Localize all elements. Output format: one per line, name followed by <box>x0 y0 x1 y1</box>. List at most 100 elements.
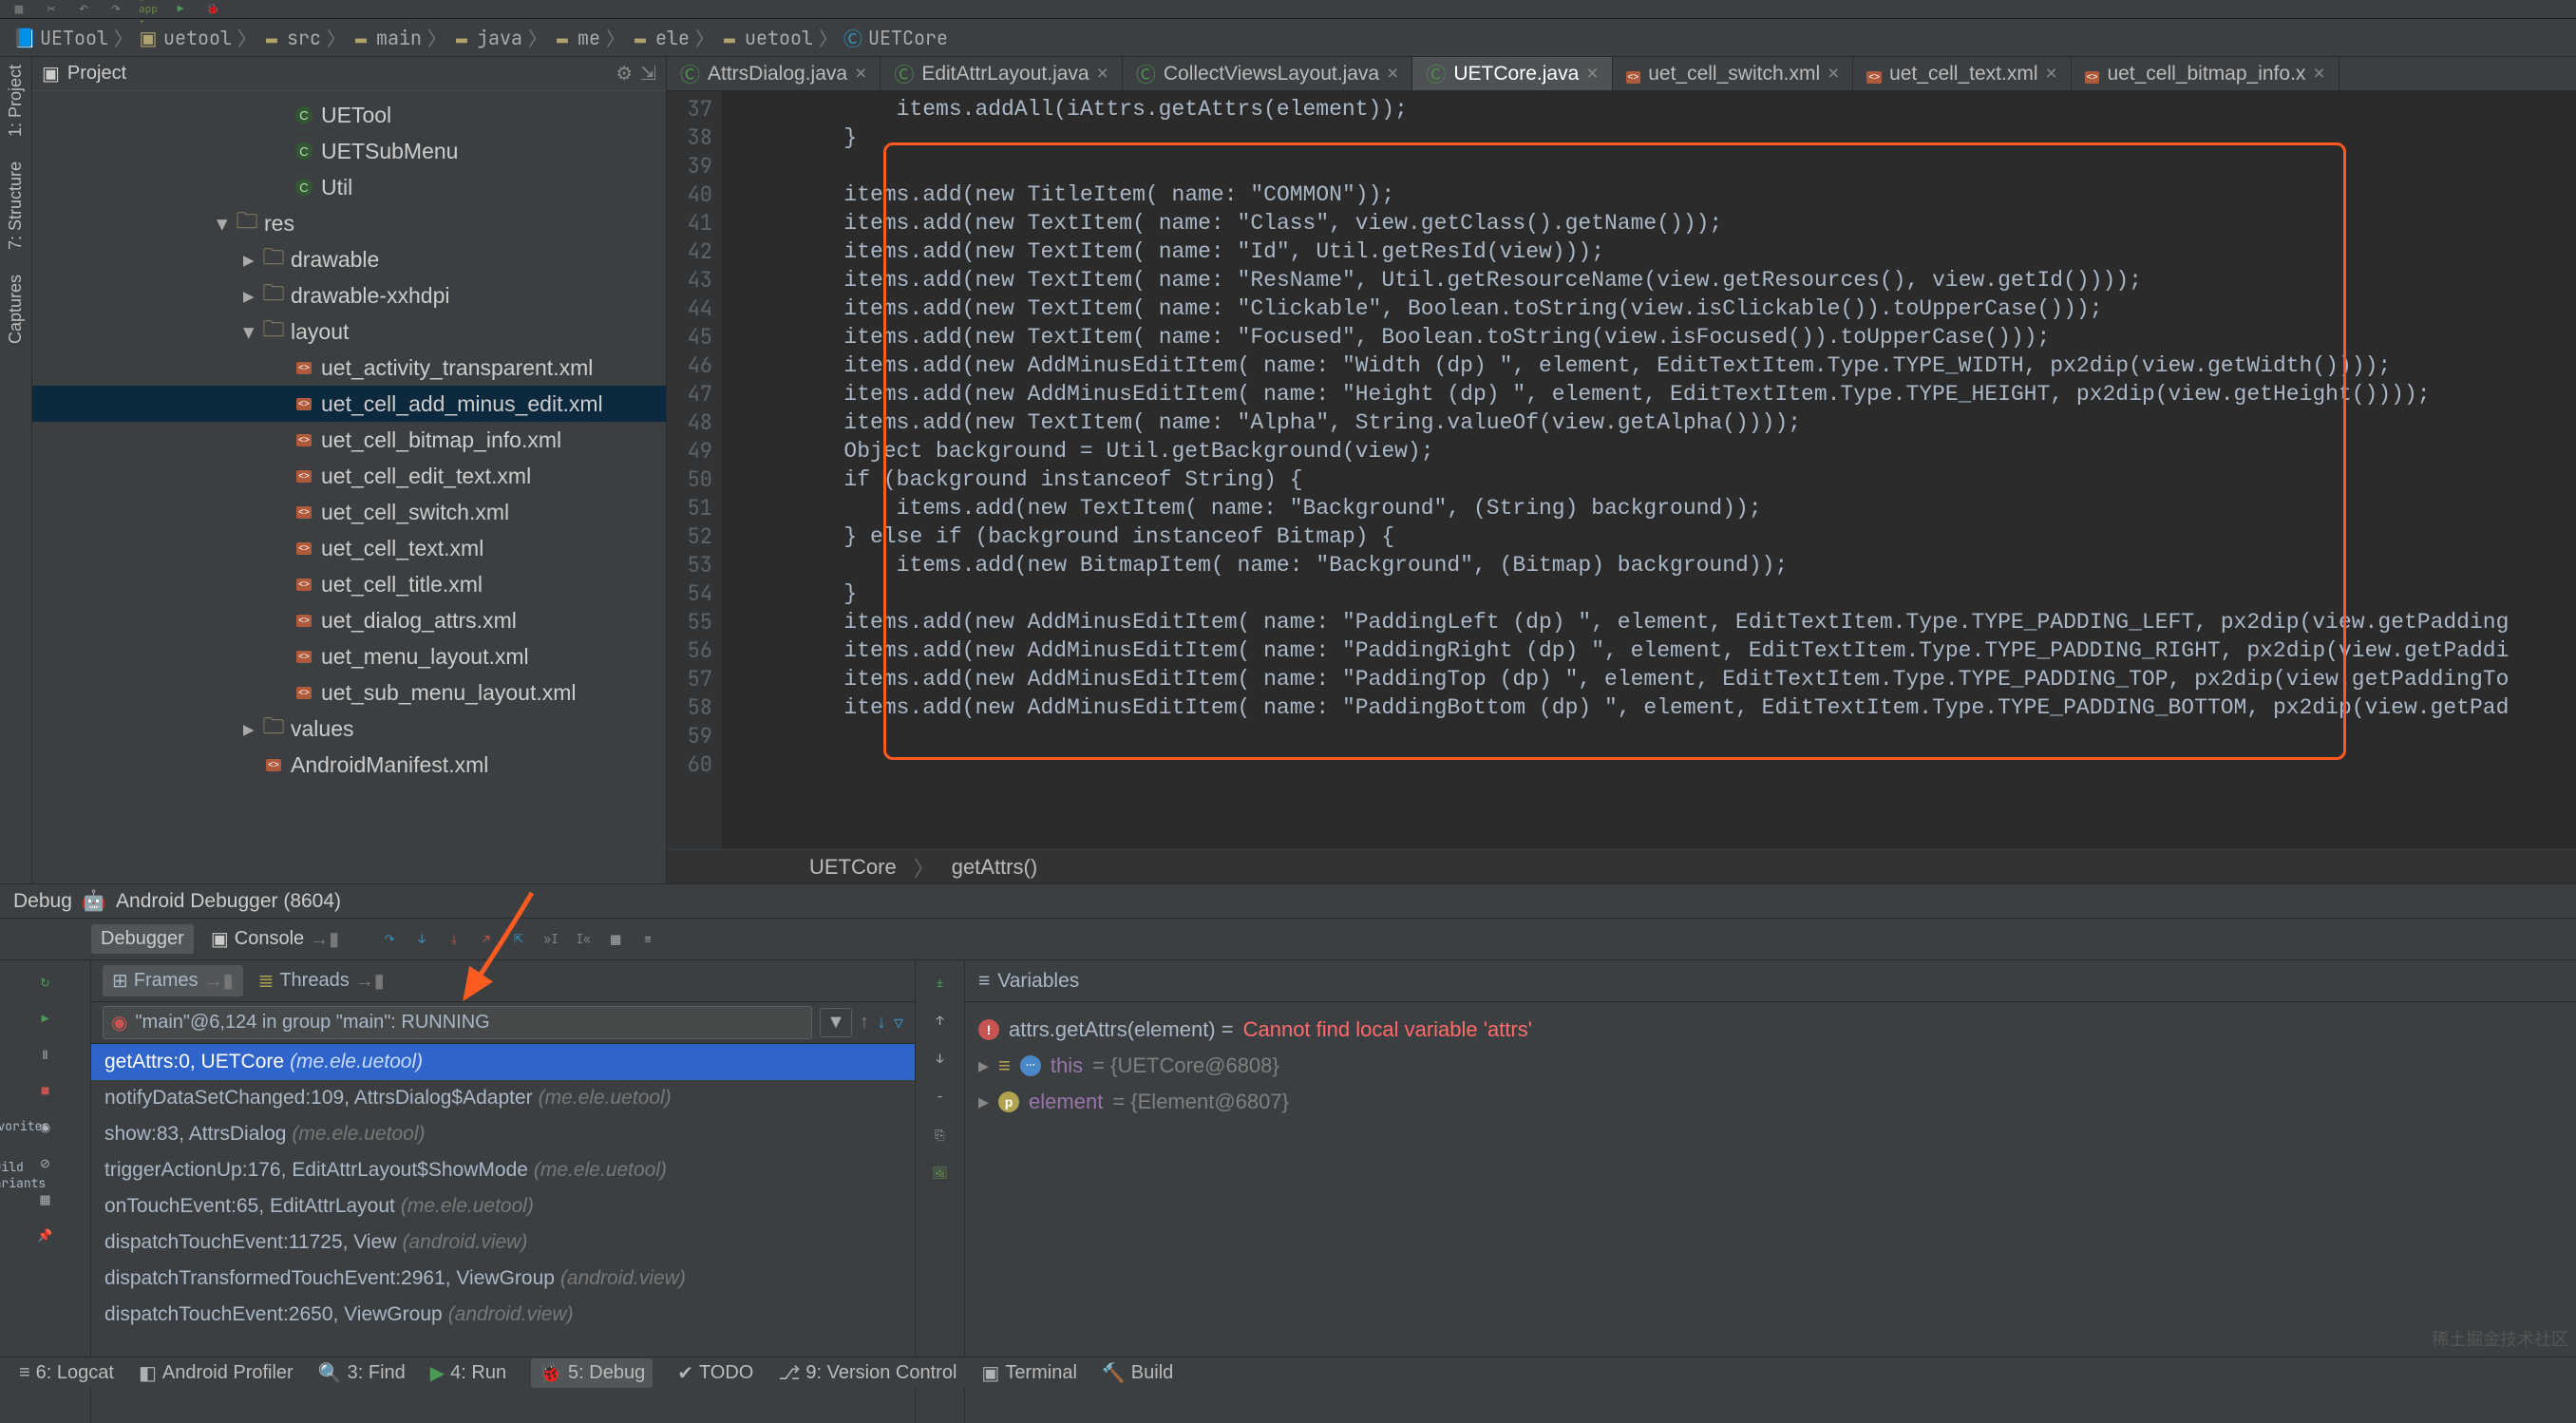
close-icon[interactable]: × <box>2313 63 2324 85</box>
tool-window-button[interactable]: Build Variants <box>0 1159 46 1191</box>
variable-row[interactable]: ▸≡⋯this = {UETCore@6808} <box>978 1048 2563 1084</box>
code-area[interactable]: items.addAll(iAttrs.getAttrs(element)); … <box>722 91 2576 849</box>
tree-row[interactable]: CUETool <box>32 97 666 133</box>
tree-row[interactable]: <>uet_cell_text.xml <box>32 530 666 566</box>
gear-icon[interactable]: ⚙ <box>616 62 633 85</box>
project-tree[interactable]: CUEToolCUETSubMenuCUtil▾🗀res▸🗀drawable▸🗀… <box>32 91 666 883</box>
pause-icon[interactable]: ∥ <box>33 1042 58 1067</box>
bottom-bar-item[interactable]: ⎇9: Version Control <box>778 1361 957 1385</box>
tree-row[interactable]: CUETSubMenu <box>32 133 666 169</box>
down-icon[interactable]: ↓ <box>928 1046 953 1071</box>
tool-window-button[interactable]: 2: Favorites <box>0 1102 49 1134</box>
stack-frame-row[interactable]: dispatchTouchEvent:11725, View (android.… <box>91 1224 915 1261</box>
close-icon[interactable]: × <box>1097 63 1108 85</box>
editor-tab[interactable]: <>uet_cell_text.xml× <box>1853 57 2071 90</box>
breadcrumb-item[interactable]: 📘UETool <box>15 26 108 50</box>
expand-icon[interactable]: ▸ <box>978 1084 989 1120</box>
breadcrumb-item[interactable]: ▬uetool <box>720 26 813 50</box>
breadcrumb-item[interactable]: ▬me <box>553 26 600 50</box>
tool-window-button[interactable]: 7: Structure <box>6 161 26 250</box>
bottom-bar-item[interactable]: ▣Terminal <box>981 1361 1076 1385</box>
bottom-bar-item[interactable]: 🔍3: Find <box>318 1361 406 1385</box>
stack-frame-row[interactable]: dispatchTransformedTouchEvent:2961, View… <box>91 1261 915 1297</box>
bottom-bar-item[interactable]: 🔨Build <box>1102 1361 1173 1385</box>
variables-header[interactable]: ≡Variables <box>965 960 2576 1002</box>
close-icon[interactable]: × <box>1828 63 1839 85</box>
frames-tab[interactable]: ⊞Frames→▮ <box>103 965 243 996</box>
tree-row[interactable]: <>AndroidManifest.xml <box>32 747 666 783</box>
filter-icon[interactable]: ▿ <box>894 1011 903 1034</box>
rerun-icon[interactable]: ↻ <box>33 970 58 995</box>
tree-row[interactable]: ▸🗀values <box>32 711 666 747</box>
tree-row[interactable]: <>uet_cell_add_minus_edit.xml <box>32 386 666 422</box>
tree-row[interactable]: <>uet_cell_bitmap_info.xml <box>32 422 666 458</box>
editor-tab[interactable]: ⒸCollectViewsLayout.java× <box>1123 57 1413 90</box>
editor-crumb[interactable]: getAttrs() <box>952 855 1037 880</box>
run-icon[interactable]: ▶ <box>171 2 190 17</box>
breadcrumb-item[interactable]: ▬main <box>351 26 422 50</box>
close-icon[interactable]: × <box>1387 63 1398 85</box>
drop-frame-icon[interactable]: ⇱ <box>506 927 531 952</box>
debugger-tab[interactable]: Debugger <box>91 924 194 954</box>
evaluate-icon[interactable]: I« <box>571 927 596 952</box>
close-icon[interactable]: × <box>1586 63 1598 85</box>
toolbar-icon[interactable]: ↶ <box>74 2 93 17</box>
stack-frame-row[interactable]: getAttrs:0, UETCore (me.ele.uetool) <box>91 1044 915 1080</box>
tree-row[interactable]: ▸🗀drawable-xxhdpi <box>32 277 666 313</box>
stop-icon[interactable]: ■ <box>33 1078 58 1103</box>
project-panel-header[interactable]: ▣ Project ⚙ ⇲ <box>32 57 666 91</box>
toolbar-icon[interactable]: ▦ <box>9 2 28 17</box>
editor-crumb[interactable]: UETCore <box>809 855 897 880</box>
tree-row[interactable]: ▾🗀res <box>32 205 666 241</box>
editor-breadcrumb[interactable]: UETCore〉getAttrs() <box>667 849 2576 883</box>
image-icon[interactable]: 🖼 <box>928 1160 953 1185</box>
toolbar-run-config[interactable]: ▮ app ▾ <box>139 2 158 17</box>
settings-icon[interactable]: ≡ <box>635 927 660 952</box>
bottom-bar-item[interactable]: 🐞5: Debug <box>531 1358 653 1388</box>
remove-icon[interactable]: − <box>928 1084 953 1109</box>
variable-row[interactable]: !attrs.getAttrs(element) = Cannot find l… <box>978 1012 2563 1048</box>
stack-frame-row[interactable]: show:83, AttrsDialog (me.ele.uetool) <box>91 1116 915 1152</box>
tree-row[interactable]: <>uet_activity_transparent.xml <box>32 350 666 386</box>
breadcrumb-item[interactable]: ▣uetool <box>139 26 232 50</box>
bottom-bar-item[interactable]: ◧Android Profiler <box>139 1361 294 1385</box>
thread-select[interactable]: ◉ "main"@6,124 in group "main": RUNNING <box>103 1006 812 1039</box>
editor-tab[interactable]: <>uet_cell_switch.xml× <box>1613 57 1854 90</box>
breadcrumb-item[interactable]: ▬java <box>452 26 522 50</box>
pin-icon[interactable]: 📌 <box>33 1223 58 1247</box>
calculator-icon[interactable]: ▦ <box>603 927 628 952</box>
step-over-icon[interactable]: ↷ <box>377 927 402 952</box>
tree-row[interactable]: <>uet_sub_menu_layout.xml <box>32 674 666 711</box>
expand-icon[interactable]: ▸ <box>978 1048 989 1084</box>
run-to-cursor-icon[interactable]: »I <box>539 927 563 952</box>
dropdown-icon[interactable]: ▼ <box>820 1008 852 1037</box>
tree-row[interactable]: ▸🗀drawable <box>32 241 666 277</box>
next-frame-icon[interactable]: ↓ <box>877 1012 886 1034</box>
tree-row[interactable]: <>uet_cell_title.xml <box>32 566 666 602</box>
tree-row[interactable]: ▾🗀layout <box>32 313 666 350</box>
variable-row[interactable]: ▸pelement = {Element@6807} <box>978 1084 2563 1120</box>
prev-frame-icon[interactable]: ↑ <box>860 1012 869 1034</box>
breadcrumb-item[interactable]: ▬src <box>262 26 321 50</box>
editor-tab[interactable]: ⒸEditAttrLayout.java× <box>881 57 1123 90</box>
stack-frame-row[interactable]: dispatchTouchEvent:2650, ViewGroup (andr… <box>91 1297 915 1333</box>
close-icon[interactable]: × <box>2045 63 2056 85</box>
step-into-icon[interactable]: ↓ <box>409 927 434 952</box>
stack-frame-row[interactable]: notifyDataSetChanged:109, AttrsDialog$Ad… <box>91 1080 915 1116</box>
breadcrumb-item[interactable]: ▬ele <box>631 26 690 50</box>
copy-icon[interactable]: ⎘ <box>928 1122 953 1147</box>
editor-tab[interactable]: <>uet_cell_bitmap_info.x× <box>2072 57 2339 90</box>
toolbar-icon[interactable]: ✂ <box>42 2 61 17</box>
bottom-bar-item[interactable]: ▶4: Run <box>430 1361 506 1385</box>
tool-window-button[interactable]: 1: Project <box>6 65 26 137</box>
tool-window-button[interactable]: Captures <box>6 275 26 344</box>
console-tab[interactable]: ▣Console→▮ <box>201 923 349 955</box>
force-step-into-icon[interactable]: ⤓ <box>442 927 466 952</box>
step-out-icon[interactable]: ↗ <box>474 927 499 952</box>
debug-icon[interactable]: 🐞 <box>203 2 222 17</box>
editor-tab[interactable]: ⒸUETCore.java× <box>1412 57 1612 90</box>
tree-row[interactable]: CUtil <box>32 169 666 205</box>
editor-tab[interactable]: ⒸAttrsDialog.java× <box>667 57 881 90</box>
threads-tab[interactable]: ≣Threads→▮ <box>249 965 394 996</box>
tree-row[interactable]: <>uet_cell_edit_text.xml <box>32 458 666 494</box>
